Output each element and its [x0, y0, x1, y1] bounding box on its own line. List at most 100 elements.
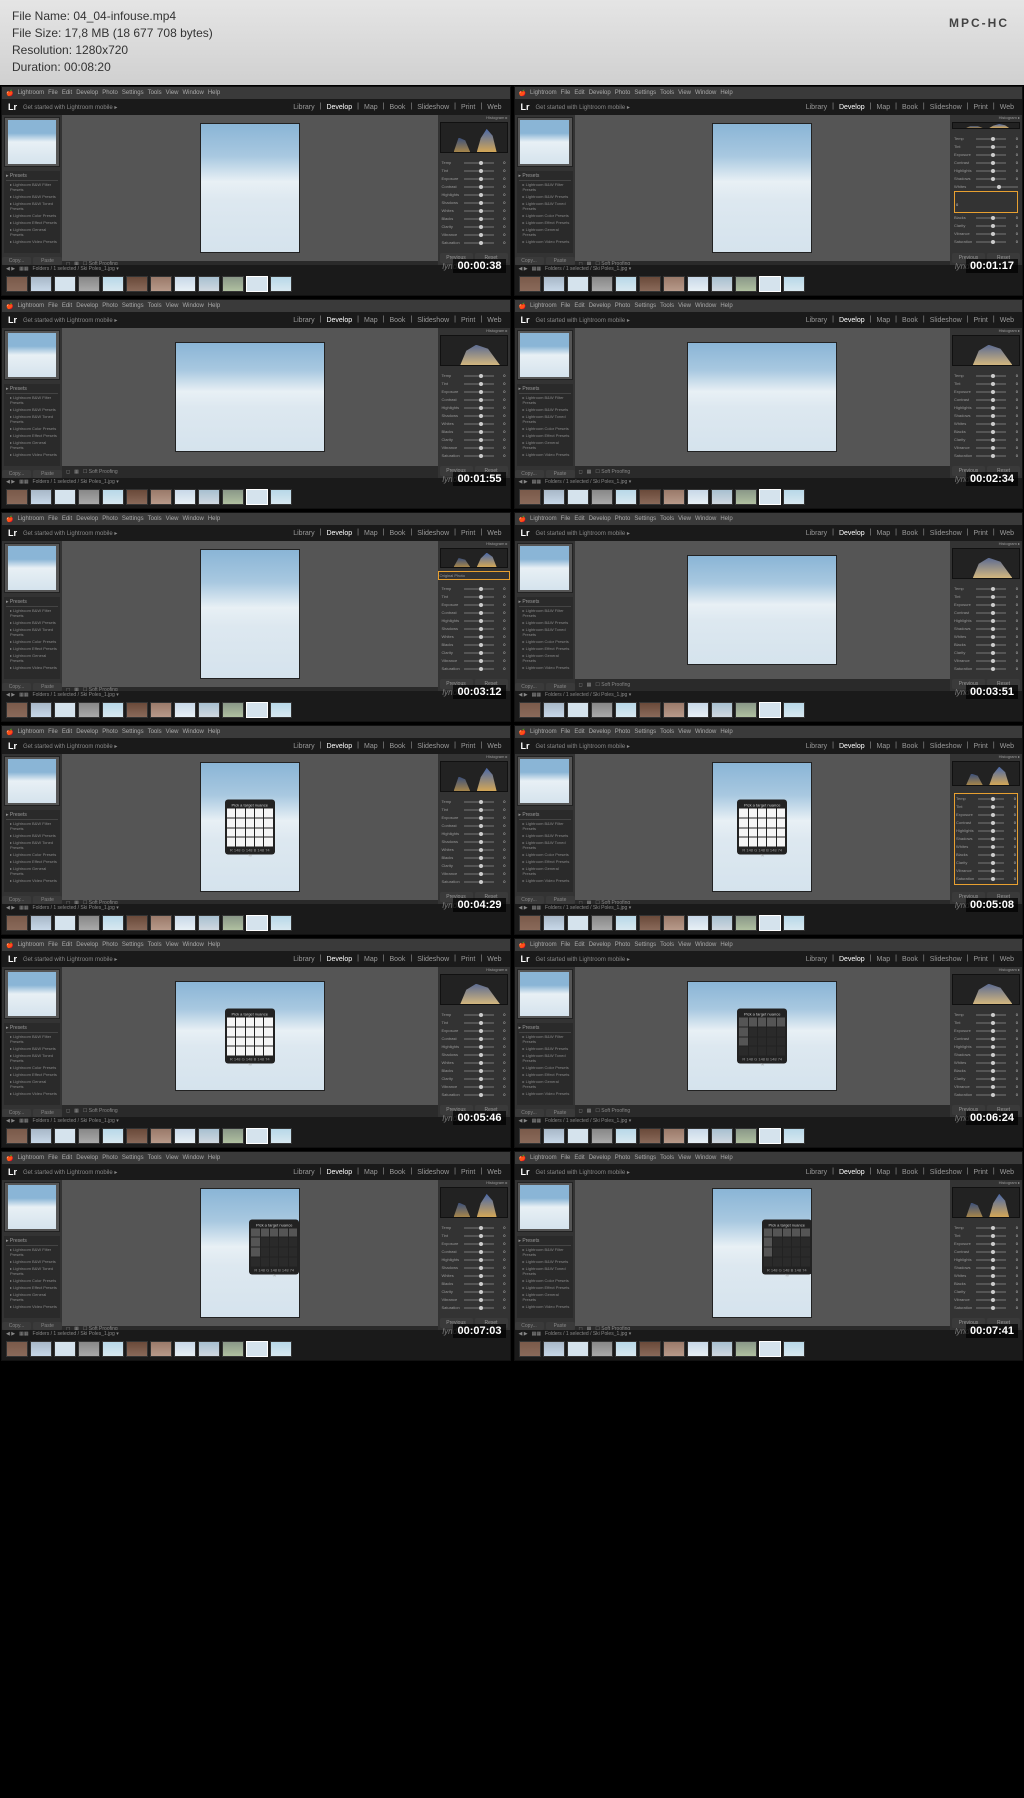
menu-item[interactable]: Edit: [574, 1155, 584, 1161]
filmstrip-thumb[interactable]: [519, 915, 541, 931]
menu-item[interactable]: Tools: [148, 942, 162, 948]
filmstrip-header[interactable]: ◀ ▶▦▦Folders / 1 selected / Ski Poles_1.…: [515, 265, 1023, 273]
module-slideshow[interactable]: Slideshow: [928, 316, 964, 325]
module-develop[interactable]: Develop: [324, 529, 354, 538]
filmstrip-thumb[interactable]: [174, 1341, 196, 1357]
menu-item[interactable]: Tools: [660, 90, 674, 96]
slider-exposure[interactable]: Exposure 0: [954, 1027, 1018, 1034]
filmstrip[interactable]: [2, 912, 510, 934]
filmstrip-thumb[interactable]: [246, 1341, 268, 1357]
module-picker[interactable]: Library | Develop | Map | Book | Slidesh…: [291, 1168, 503, 1177]
histogram[interactable]: [952, 974, 1020, 1005]
loupe-view[interactable]: Pick a target nuance R 148 G 148 B 148 7…: [575, 754, 951, 904]
histogram[interactable]: [952, 335, 1020, 366]
preset-item[interactable]: ▸ Lightroom Color Presets: [6, 638, 58, 645]
menu-item[interactable]: Settings: [122, 303, 144, 309]
slider-saturation[interactable]: Saturation 0: [954, 1091, 1018, 1098]
breadcrumb[interactable]: Get started with Lightroom mobile ▸: [536, 530, 630, 537]
menu-item[interactable]: Settings: [122, 1155, 144, 1161]
module-develop[interactable]: Develop: [324, 1168, 354, 1177]
breadcrumb[interactable]: Get started with Lightroom mobile ▸: [23, 104, 117, 111]
histogram[interactable]: [440, 761, 508, 792]
menu-item[interactable]: File: [48, 516, 58, 522]
menu-item[interactable]: File: [561, 1155, 571, 1161]
preset-item[interactable]: ▸ Lightroom B&W Filter Presets: [6, 181, 58, 193]
preset-item[interactable]: ▸ Lightroom General Presets: [519, 1078, 571, 1090]
module-slideshow[interactable]: Slideshow: [928, 103, 964, 112]
slider-saturation[interactable]: Saturation 0: [442, 239, 506, 246]
module-print[interactable]: Print: [459, 529, 477, 538]
slider-exposure[interactable]: Exposure 0: [954, 388, 1018, 395]
module-web[interactable]: Web: [485, 742, 503, 751]
filmstrip-header[interactable]: ◀ ▶▦▦Folders / 1 selected / Ski Poles_1.…: [2, 691, 510, 699]
menu-item[interactable]: Settings: [122, 729, 144, 735]
slider-contrast[interactable]: Contrast 0: [442, 183, 506, 190]
menu-item[interactable]: Lightroom: [17, 1155, 44, 1161]
menu-item[interactable]: Window: [183, 942, 204, 948]
preset-item[interactable]: ▸ Lightroom Effect Presets: [519, 858, 571, 865]
module-book[interactable]: Book: [900, 742, 920, 751]
module-web[interactable]: Web: [998, 1168, 1016, 1177]
preset-button[interactable]: Copy...: [2, 470, 31, 478]
slider-tint[interactable]: Tint 0: [442, 1019, 506, 1026]
app-menubar[interactable]: 🍎 LightroomFileEditDevelopPhotoSettingsT…: [515, 513, 1023, 525]
navigator[interactable]: [4, 330, 60, 380]
menu-item[interactable]: View: [678, 303, 691, 309]
module-web[interactable]: Web: [485, 955, 503, 964]
filmstrip-thumb[interactable]: [54, 702, 76, 718]
menu-item[interactable]: Lightroom: [530, 942, 557, 948]
filmstrip[interactable]: [515, 273, 1023, 295]
module-library[interactable]: Library: [291, 316, 316, 325]
slider-tint[interactable]: Tint 0: [442, 806, 506, 813]
filmstrip[interactable]: [515, 1125, 1023, 1147]
slider-clarity[interactable]: Clarity 0: [954, 649, 1018, 656]
slider-highlights[interactable]: Highlights 0: [954, 167, 1018, 174]
module-map[interactable]: Map: [874, 103, 892, 112]
filmstrip-thumb[interactable]: [543, 489, 565, 505]
preset-button[interactable]: Copy...: [2, 1322, 31, 1330]
preview-image[interactable]: Pick a target nuance R 148 G 148 B 148 7…: [687, 981, 837, 1091]
menu-item[interactable]: Settings: [122, 516, 144, 522]
filmstrip-thumb[interactable]: [639, 276, 661, 292]
slider-temp[interactable]: Temp 0: [442, 159, 506, 166]
menu-item[interactable]: File: [48, 303, 58, 309]
filmstrip-thumb[interactable]: [711, 915, 733, 931]
preset-item[interactable]: ▸ Lightroom Effect Presets: [519, 1284, 571, 1291]
slider-shadows[interactable]: Shadows 0: [954, 175, 1018, 182]
slider-blacks[interactable]: Blacks 0: [442, 641, 506, 648]
filmstrip[interactable]: [515, 1338, 1023, 1360]
module-map[interactable]: Map: [362, 316, 380, 325]
filmstrip-thumb[interactable]: [711, 1341, 733, 1357]
menu-item[interactable]: Develop: [589, 303, 611, 309]
filmstrip[interactable]: [2, 699, 510, 721]
module-map[interactable]: Map: [874, 529, 892, 538]
preset-button[interactable]: Paste: [33, 470, 62, 478]
slider-whites[interactable]: Whites 0: [954, 1059, 1018, 1066]
preset-item[interactable]: ▸ Lightroom Video Presets: [519, 664, 571, 671]
filmstrip-thumb[interactable]: [567, 276, 589, 292]
filmstrip-thumb[interactable]: [174, 489, 196, 505]
preset-button[interactable]: Copy...: [515, 683, 544, 691]
preset-button[interactable]: Copy...: [2, 683, 31, 691]
presets-header[interactable]: ▸ Presets: [519, 386, 571, 394]
preset-item[interactable]: ▸ Lightroom Video Presets: [6, 451, 58, 458]
filmstrip-thumb[interactable]: [519, 702, 541, 718]
filmstrip-thumb[interactable]: [783, 702, 805, 718]
menu-item[interactable]: Lightroom: [17, 90, 44, 96]
menu-item[interactable]: Help: [208, 1155, 220, 1161]
histogram[interactable]: [952, 548, 1020, 579]
module-map[interactable]: Map: [874, 742, 892, 751]
preset-item[interactable]: ▸ Lightroom Effect Presets: [6, 432, 58, 439]
slider-temp[interactable]: Temp 0: [442, 1011, 506, 1018]
filmstrip-thumb[interactable]: [6, 489, 28, 505]
module-book[interactable]: Book: [900, 316, 920, 325]
slider-temp[interactable]: Temp 0: [442, 798, 506, 805]
slider-blacks[interactable]: Blacks 0: [954, 428, 1018, 435]
slider-exposure[interactable]: Exposure 0: [954, 601, 1018, 608]
filmstrip-thumb[interactable]: [519, 1128, 541, 1144]
slider-tint[interactable]: Tint 0: [954, 593, 1018, 600]
module-picker[interactable]: Library | Develop | Map | Book | Slidesh…: [804, 316, 1016, 325]
preview-image[interactable]: [712, 123, 812, 253]
preset-item[interactable]: ▸ Lightroom Video Presets: [519, 1303, 571, 1310]
develop-toolbar[interactable]: ◻ ▦ ☐ Soft Proofing: [62, 1105, 438, 1117]
